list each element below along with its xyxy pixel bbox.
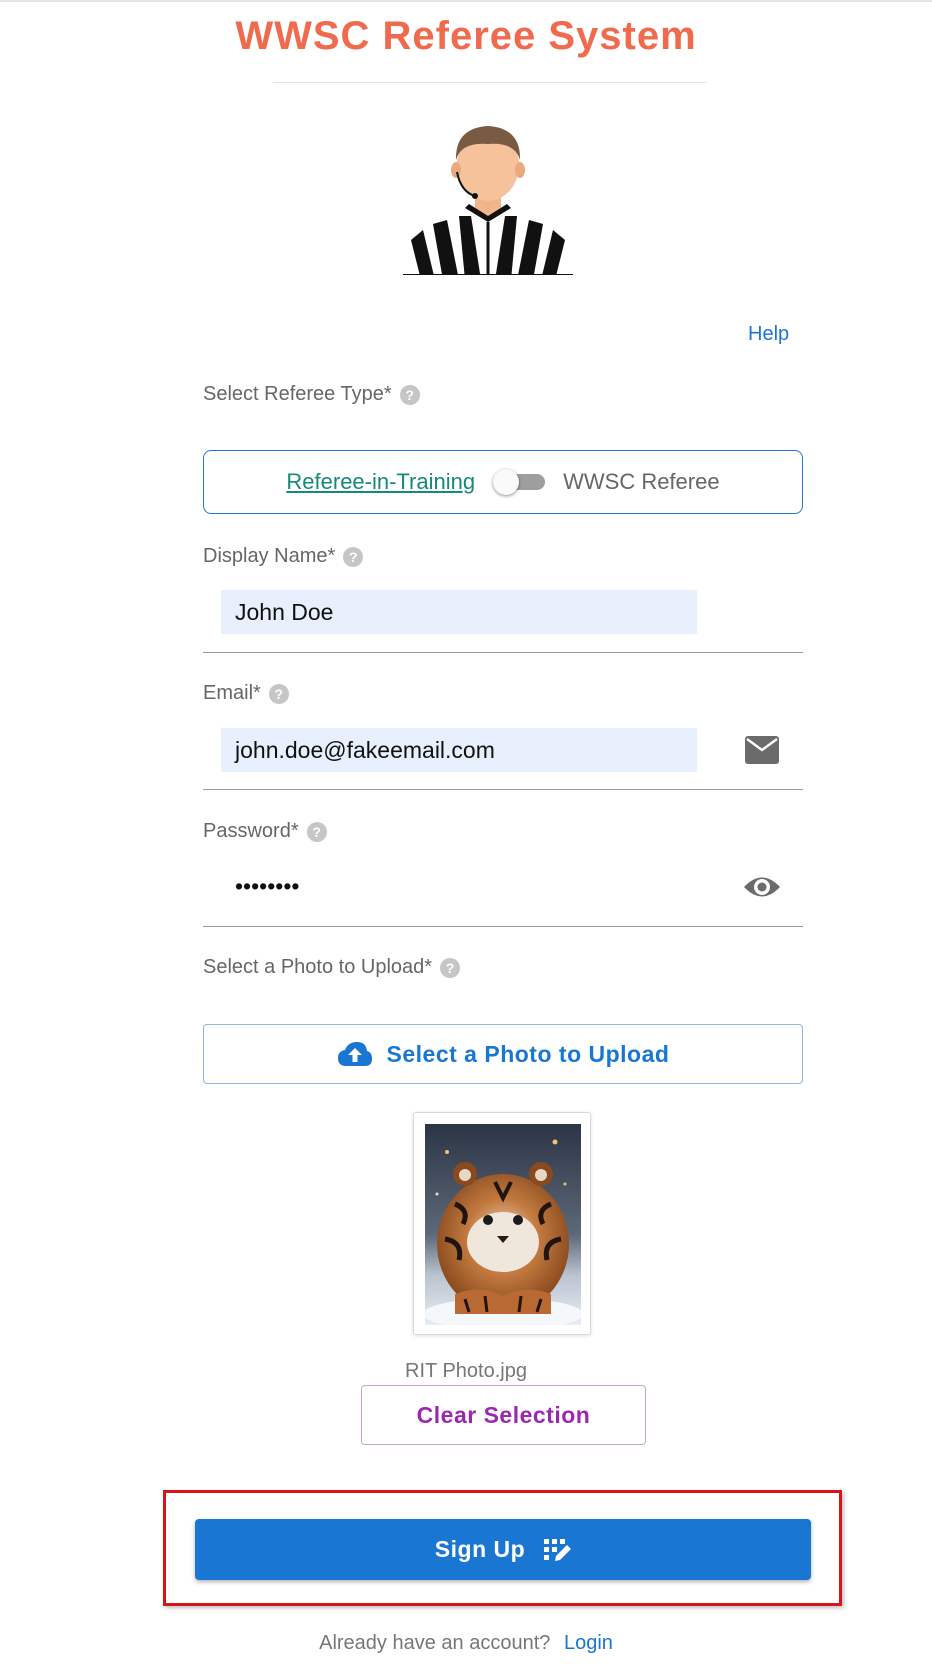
footer-prompt: Already have an account? (319, 1632, 551, 1654)
email-label-text: Email* (203, 682, 261, 704)
select-photo-button-label: Select a Photo to Upload (386, 1040, 670, 1067)
photo-label: Select a Photo to Upload* ? (203, 956, 461, 979)
tiger-photo (425, 1124, 581, 1325)
title-divider (273, 82, 707, 83)
help-circle-icon[interactable]: ? (440, 957, 461, 978)
password-input[interactable]: •••••••• (221, 864, 697, 908)
top-divider (0, 0, 932, 2)
photo-label-text: Select a Photo to Upload* (203, 956, 433, 978)
referee-type-switch[interactable] (493, 469, 546, 495)
referee-type-label-text: Select Referee Type* (203, 383, 392, 405)
referee-type-toggle-group: Referee-in-Training WWSC Referee (203, 450, 803, 514)
display-name-label: Display Name* ? (203, 545, 364, 568)
switch-thumb (493, 469, 520, 495)
help-circle-icon[interactable]: ? (343, 546, 364, 567)
email-icon (745, 736, 779, 764)
footer: Already have an account? Login (0, 1632, 932, 1655)
referee-type-label: Select Referee Type* ? (203, 383, 420, 406)
help-circle-icon[interactable]: ? (306, 821, 327, 842)
wwsc-referee-option[interactable]: WWSC Referee (563, 469, 719, 495)
help-link[interactable]: Help (748, 323, 789, 346)
cloud-upload-icon (337, 1042, 372, 1066)
display-name-input[interactable]: John Doe (221, 590, 697, 634)
login-link[interactable]: Login (564, 1632, 613, 1654)
clear-selection-button[interactable]: Clear Selection (361, 1385, 646, 1445)
help-circle-icon[interactable]: ? (399, 384, 420, 405)
password-label-text: Password* (203, 820, 299, 842)
email-label: Email* ? (203, 682, 289, 705)
password-label: Password* ? (203, 820, 327, 843)
select-photo-button[interactable]: Select a Photo to Upload (203, 1024, 803, 1084)
sign-up-button[interactable]: Sign Up (195, 1519, 811, 1580)
email-input[interactable]: john.doe@fakeemail.com (221, 728, 697, 772)
sign-up-icon (544, 1538, 572, 1561)
referee-in-training-option[interactable]: Referee-in-Training (286, 469, 475, 495)
referee-avatar (403, 126, 573, 275)
email-underline (203, 789, 803, 790)
display-name-underline (203, 652, 803, 653)
photo-filename: RIT Photo.jpg (405, 1360, 527, 1382)
page-title: WWSC Referee System (235, 14, 697, 58)
password-underline (203, 926, 803, 927)
visibility-icon[interactable] (742, 874, 782, 900)
display-name-label-text: Display Name* (203, 545, 336, 567)
sign-up-button-label: Sign Up (434, 1536, 526, 1562)
photo-preview (413, 1112, 591, 1335)
help-circle-icon[interactable]: ? (268, 683, 289, 704)
